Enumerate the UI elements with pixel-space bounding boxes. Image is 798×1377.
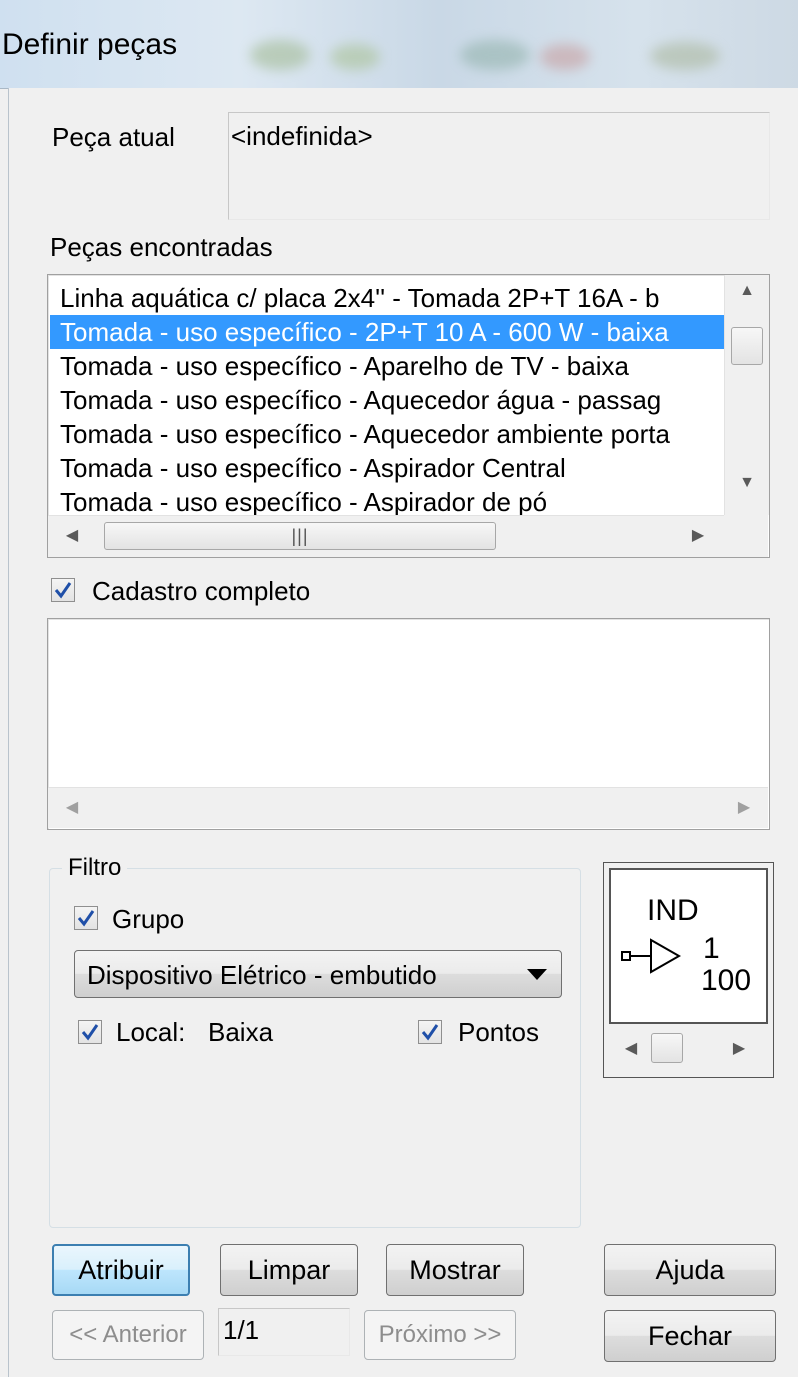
group-select[interactable]: Dispositivo Elétrico - embutido [74,950,562,998]
scroll-left-icon[interactable]: ◀ [62,800,82,816]
scroll-grip-icon: ||| [291,526,309,546]
group-label[interactable]: Grupo [112,904,184,935]
window-title: Definir peças [2,28,178,61]
check-icon [421,1024,439,1041]
scroll-right-icon[interactable]: ▶ [734,800,754,816]
local-checkbox[interactable] [78,1020,102,1044]
scroll-right-icon[interactable]: ▶ [731,1041,747,1057]
next-button[interactable]: Próximo >> [364,1310,516,1360]
list-item[interactable]: Tomada - uso específico - Aquecedor ambi… [60,417,670,451]
preview-canvas: IND 1 100 [609,868,768,1024]
check-icon [81,1024,99,1041]
scroll-up-icon[interactable]: ▲ [725,283,769,299]
check-icon [54,582,72,599]
points-label[interactable]: Pontos [458,1017,539,1048]
preview-label-100: 100 [701,964,752,997]
group-select-value: Dispositivo Elétrico - embutido [87,960,437,990]
full-registry-checkbox[interactable] [51,578,75,602]
full-registry-label[interactable]: Cadastro completo [92,576,310,607]
found-pieces-hscrollbar[interactable]: ◀ ||| ▶ [48,515,724,557]
previous-button[interactable]: << Anterior [52,1310,204,1360]
preview-hscrollbar[interactable]: ◀ ▶ [609,1025,768,1071]
pager-value: 1/1 [223,1315,260,1345]
list-item[interactable]: Tomada - uso específico - Aquecedor água… [60,383,661,417]
preview-label-1: 1 [703,932,720,965]
found-pieces-label: Peças encontradas [50,232,273,262]
list-item[interactable]: Tomada - uso específico - Aspirador de p… [60,485,547,515]
hscroll-thumb[interactable]: ||| [104,522,496,550]
detail-box[interactable]: ◀ ▶ [47,618,770,830]
list-item[interactable]: Tomada - uso específico - Aspirador Cent… [60,451,566,485]
list-item[interactable]: Tomada - uso específico - Aparelho de TV… [60,349,629,383]
check-icon [77,910,95,927]
preview-label-ind: IND [647,894,699,927]
detail-hscrollbar[interactable]: ◀ ▶ [48,787,768,828]
scroll-right-icon[interactable]: ▶ [688,528,708,544]
list-item[interactable]: Linha aquática c/ placa 2x4'' - Tomada 2… [60,281,659,315]
found-pieces-listbox[interactable]: Linha aquática c/ placa 2x4'' - Tomada 2… [47,274,770,558]
close-button[interactable]: Fechar [604,1310,776,1362]
help-button[interactable]: Ajuda [604,1244,776,1296]
scroll-corner [724,515,768,557]
current-piece-value: <indefinida> [231,121,373,151]
scroll-left-icon[interactable]: ◀ [623,1041,639,1057]
assign-button[interactable]: Atribuir [52,1244,190,1296]
clear-button[interactable]: Limpar [220,1244,358,1296]
scroll-down-icon[interactable]: ▼ [725,475,769,491]
preview-scroll-thumb[interactable] [651,1033,683,1063]
current-piece-field: <indefinida> [228,112,770,220]
show-button[interactable]: Mostrar [386,1244,524,1296]
local-value: Baixa [208,1017,274,1047]
vscroll-thumb[interactable] [731,327,763,365]
found-pieces-vscrollbar[interactable]: ▲ ▼ [724,275,769,515]
list-item-selected[interactable]: Tomada - uso específico - 2P+T 10 A - 60… [50,315,724,349]
preview-frame: IND 1 100 ◀ ▶ [603,862,774,1078]
pager-field: 1/1 [218,1308,350,1356]
socket-symbol-icon [621,938,682,974]
current-piece-label: Peça atual [52,122,175,152]
title-bar[interactable]: Definir peças [0,0,798,89]
found-pieces-list: Linha aquática c/ placa 2x4'' - Tomada 2… [48,275,724,515]
group-checkbox[interactable] [74,906,98,930]
local-label[interactable]: Local: [116,1017,185,1048]
filter-label: Filtro [62,854,128,882]
chevron-down-icon[interactable] [527,969,547,980]
points-checkbox[interactable] [418,1020,442,1044]
scroll-left-icon[interactable]: ◀ [62,528,82,544]
